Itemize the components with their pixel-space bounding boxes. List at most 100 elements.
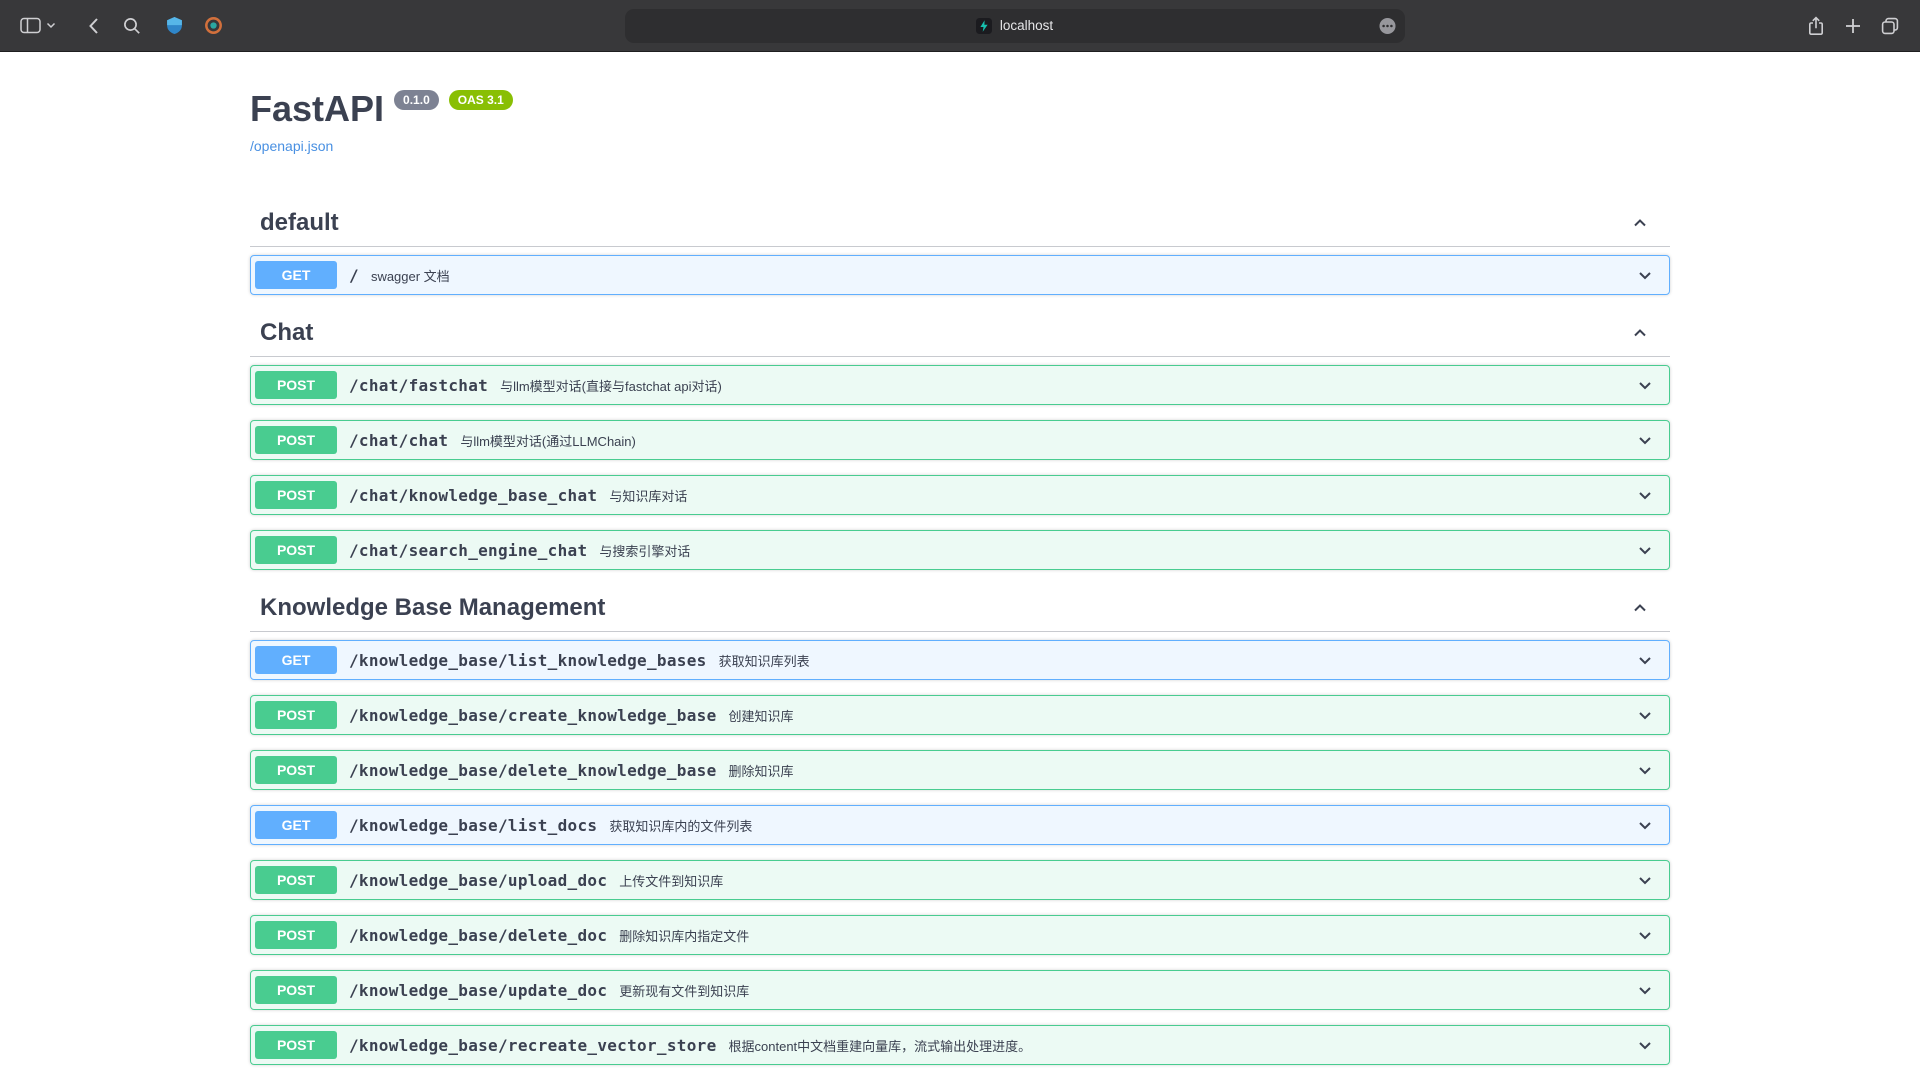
endpoint-path: /knowledge_base/create_knowledge_base bbox=[349, 706, 717, 725]
endpoint-row[interactable]: POST /knowledge_base/create_knowledge_ba… bbox=[250, 695, 1670, 735]
api-section: Knowledge Base Management GET /knowledge… bbox=[250, 585, 1670, 1065]
endpoint-summary: 更新现有文件到知识库 bbox=[619, 981, 749, 1000]
expand-icon[interactable] bbox=[1635, 1035, 1655, 1055]
expand-icon[interactable] bbox=[1635, 375, 1655, 395]
endpoint-row[interactable]: POST /knowledge_base/delete_doc 删除知识库内指定… bbox=[250, 915, 1670, 955]
expand-icon[interactable] bbox=[1635, 705, 1655, 725]
method-badge: POST bbox=[255, 371, 337, 399]
section-title: Knowledge Base Management bbox=[260, 593, 605, 623]
endpoint-path: / bbox=[349, 266, 359, 285]
toolbar-right-group bbox=[1806, 16, 1900, 36]
endpoint-summary: 获取知识库列表 bbox=[719, 651, 810, 670]
sidebar-chevron-icon bbox=[46, 22, 56, 29]
endpoint-summary: 创建知识库 bbox=[729, 706, 794, 725]
version-badge: 0.1.0 bbox=[394, 90, 439, 110]
method-badge: POST bbox=[255, 701, 337, 729]
search-icon bbox=[123, 17, 141, 35]
expand-icon[interactable] bbox=[1635, 870, 1655, 890]
endpoint-path: /chat/knowledge_base_chat bbox=[349, 486, 597, 505]
address-bar[interactable]: localhost bbox=[625, 9, 1405, 43]
endpoint-path: /knowledge_base/update_doc bbox=[349, 981, 607, 1000]
endpoint-path: /chat/search_engine_chat bbox=[349, 541, 587, 560]
endpoint-row[interactable]: POST /chat/knowledge_base_chat 与知识库对话 bbox=[250, 475, 1670, 515]
expand-icon[interactable] bbox=[1635, 540, 1655, 560]
tab-overview-button[interactable] bbox=[1880, 16, 1900, 36]
method-badge: POST bbox=[255, 921, 337, 949]
toolbar-left-group bbox=[20, 16, 223, 35]
expand-icon[interactable] bbox=[1635, 980, 1655, 1000]
endpoint-row[interactable]: POST /chat/chat 与llm模型对话(通过LLMChain) bbox=[250, 420, 1670, 460]
collapse-icon[interactable] bbox=[1630, 598, 1650, 618]
expand-icon[interactable] bbox=[1635, 430, 1655, 450]
expand-icon[interactable] bbox=[1635, 925, 1655, 945]
method-badge: POST bbox=[255, 1031, 337, 1059]
api-section: Chat POST /chat/fastchat 与llm模型对话(直接与fas… bbox=[250, 310, 1670, 570]
method-badge: POST bbox=[255, 536, 337, 564]
extension-button-1[interactable] bbox=[165, 16, 184, 35]
new-tab-button[interactable] bbox=[1844, 17, 1862, 35]
endpoint-row[interactable]: GET /knowledge_base/list_docs 获取知识库内的文件列… bbox=[250, 805, 1670, 845]
tab-overview-icon bbox=[1880, 16, 1900, 36]
endpoint-summary: 上传文件到知识库 bbox=[619, 871, 723, 890]
endpoint-summary: 与搜索引擎对话 bbox=[599, 541, 690, 560]
extension-button-2[interactable] bbox=[204, 16, 223, 35]
collapse-icon[interactable] bbox=[1630, 213, 1650, 233]
search-button[interactable] bbox=[123, 17, 141, 35]
endpoint-path: /knowledge_base/upload_doc bbox=[349, 871, 607, 890]
endpoint-summary: 删除知识库 bbox=[729, 761, 794, 780]
url-text: localhost bbox=[1000, 18, 1053, 33]
sidebar-toggle-button[interactable] bbox=[20, 17, 56, 34]
method-badge: POST bbox=[255, 866, 337, 894]
section-header[interactable]: Chat bbox=[250, 310, 1670, 357]
endpoint-path: /knowledge_base/recreate_vector_store bbox=[349, 1036, 717, 1055]
endpoint-row[interactable]: POST /knowledge_base/update_doc 更新现有文件到知… bbox=[250, 970, 1670, 1010]
section-header[interactable]: default bbox=[250, 200, 1670, 247]
section-endpoints: GET / swagger 文档 bbox=[250, 255, 1670, 295]
record-extension-icon bbox=[204, 16, 223, 35]
sidebar-icon bbox=[20, 17, 41, 34]
api-sections: default GET / swagger 文档 Chat POST /cha bbox=[250, 200, 1670, 1065]
site-favicon bbox=[976, 18, 992, 34]
endpoint-row[interactable]: POST /knowledge_base/recreate_vector_sto… bbox=[250, 1025, 1670, 1065]
endpoint-path: /knowledge_base/list_knowledge_bases bbox=[349, 651, 707, 670]
endpoint-row[interactable]: GET / swagger 文档 bbox=[250, 255, 1670, 295]
shield-extension-icon bbox=[165, 16, 184, 35]
endpoint-summary: 获取知识库内的文件列表 bbox=[609, 816, 752, 835]
endpoint-summary: 根据content中文档重建向量库，流式输出处理进度。 bbox=[729, 1036, 1032, 1055]
browser-toolbar: localhost bbox=[0, 0, 1920, 52]
back-button[interactable] bbox=[88, 17, 99, 35]
section-endpoints: GET /knowledge_base/list_knowledge_bases… bbox=[250, 640, 1670, 1065]
page-menu-button[interactable] bbox=[1378, 16, 1397, 35]
expand-icon[interactable] bbox=[1635, 815, 1655, 835]
section-header[interactable]: Knowledge Base Management bbox=[250, 585, 1670, 632]
back-icon bbox=[88, 17, 99, 35]
expand-icon[interactable] bbox=[1635, 485, 1655, 505]
api-info: FastAPI 0.1.0 OAS 3.1 /openapi.json bbox=[250, 88, 1670, 156]
endpoint-row[interactable]: POST /chat/search_engine_chat 与搜索引擎对话 bbox=[250, 530, 1670, 570]
endpoint-path: /chat/fastchat bbox=[349, 376, 488, 395]
endpoint-path: /knowledge_base/delete_doc bbox=[349, 926, 607, 945]
expand-icon[interactable] bbox=[1635, 265, 1655, 285]
method-badge: GET bbox=[255, 646, 337, 674]
expand-icon[interactable] bbox=[1635, 650, 1655, 670]
endpoint-row[interactable]: POST /knowledge_base/delete_knowledge_ba… bbox=[250, 750, 1670, 790]
toolbar-center: localhost bbox=[223, 9, 1806, 43]
endpoint-row[interactable]: GET /knowledge_base/list_knowledge_bases… bbox=[250, 640, 1670, 680]
endpoint-summary: 与llm模型对话(直接与fastchat api对话) bbox=[500, 376, 722, 395]
endpoint-path: /knowledge_base/list_docs bbox=[349, 816, 597, 835]
collapse-icon[interactable] bbox=[1630, 323, 1650, 343]
method-badge: GET bbox=[255, 261, 337, 289]
method-badge: GET bbox=[255, 811, 337, 839]
expand-icon[interactable] bbox=[1635, 760, 1655, 780]
section-title: default bbox=[260, 208, 339, 238]
endpoint-summary: swagger 文档 bbox=[371, 266, 450, 285]
share-button[interactable] bbox=[1806, 16, 1826, 36]
method-badge: POST bbox=[255, 756, 337, 784]
endpoint-row[interactable]: POST /chat/fastchat 与llm模型对话(直接与fastchat… bbox=[250, 365, 1670, 405]
method-badge: POST bbox=[255, 426, 337, 454]
endpoint-row[interactable]: POST /knowledge_base/upload_doc 上传文件到知识库 bbox=[250, 860, 1670, 900]
openapi-link[interactable]: /openapi.json bbox=[250, 138, 333, 154]
api-title-text: FastAPI bbox=[250, 88, 384, 130]
api-section: default GET / swagger 文档 bbox=[250, 200, 1670, 295]
page-title: FastAPI 0.1.0 OAS 3.1 bbox=[250, 88, 1670, 130]
